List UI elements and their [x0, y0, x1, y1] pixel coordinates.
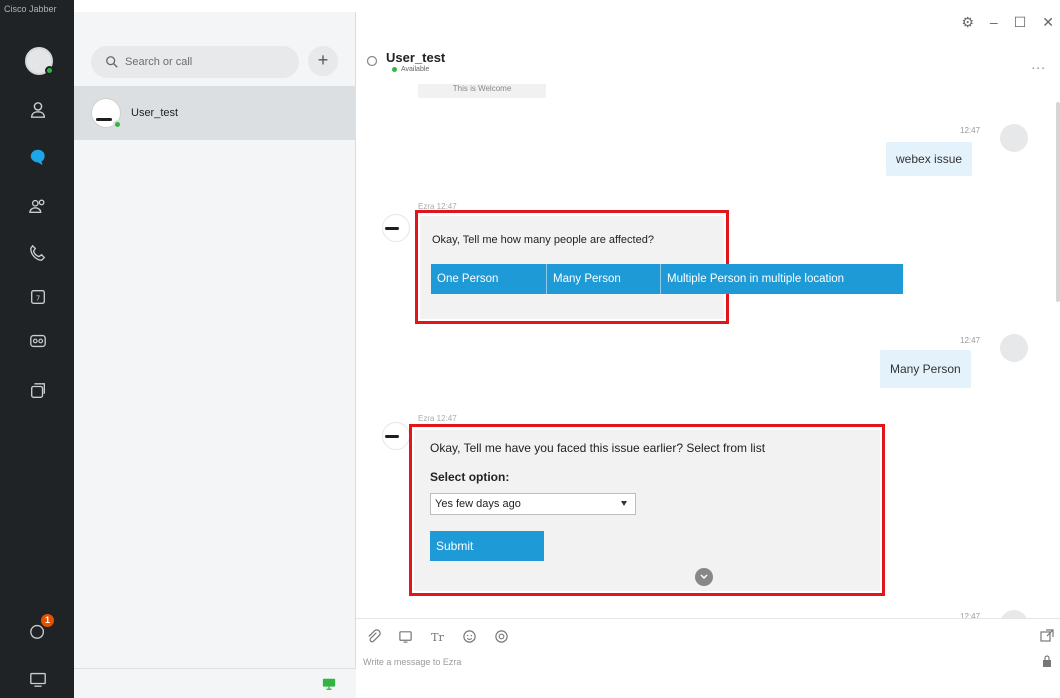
mention-icon[interactable]: [492, 627, 510, 645]
contact-name: User_test: [131, 107, 179, 119]
contacts-icon[interactable]: [27, 99, 49, 121]
add-button[interactable]: +: [308, 46, 338, 76]
bot-avatar: [382, 214, 410, 242]
chat-title: User_test: [386, 50, 446, 65]
presence-dot: [45, 66, 54, 75]
lock-icon: [1043, 655, 1051, 667]
sent-message: webex issue: [886, 142, 973, 176]
bot-question: Okay, Tell me have you faced this issue …: [430, 441, 766, 455]
option-select[interactable]: Yes few days ago: [430, 493, 636, 515]
message-list: This is Welcome 12:47 webex issue Ezra 1…: [356, 84, 1056, 622]
scrollbar[interactable]: [1056, 102, 1060, 302]
calls-icon[interactable]: [27, 242, 49, 264]
my-avatar[interactable]: [25, 47, 54, 75]
dropdown-arrow-icon: [621, 501, 627, 506]
app-title: Cisco Jabber: [4, 4, 57, 14]
chats-icon[interactable]: [27, 146, 49, 168]
text-format-icon[interactable]: Tr: [428, 627, 446, 645]
contacts-panel: + User_test: [74, 12, 356, 698]
svg-text:7: 7: [36, 294, 41, 303]
message-time: 12:47: [960, 126, 981, 135]
sender-avatar: [1000, 124, 1028, 152]
more-options-button[interactable]: ...: [1031, 56, 1046, 72]
option-many-person[interactable]: Many Person: [547, 264, 661, 294]
notification-badge: 1: [41, 614, 54, 627]
search-box[interactable]: [91, 46, 299, 78]
meetings-icon[interactable]: [27, 195, 49, 217]
screen-share-icon[interactable]: [27, 668, 49, 690]
scroll-down-icon[interactable]: [695, 568, 713, 586]
cut-off-message: This is Welcome: [418, 84, 546, 98]
contacts-footer: [74, 668, 356, 698]
option-multiple-person[interactable]: Multiple Person in multiple location: [661, 264, 903, 294]
cut-off-message-text: This is Welcome: [452, 84, 512, 93]
search-input[interactable]: [125, 56, 285, 68]
compose-area: Tr: [356, 618, 1060, 698]
calendar-icon[interactable]: 7: [27, 286, 49, 308]
message-time: 12:47: [960, 336, 981, 345]
chat-panel: ⚙ – ☐ ✕ User_test Available ... This is …: [356, 12, 1060, 698]
presence-dot: [392, 67, 397, 72]
search-icon: [106, 56, 118, 68]
nav-rail: Cisco Jabber 7 1: [0, 0, 74, 698]
voicemail-icon[interactable]: [27, 330, 49, 352]
sender-avatar: [1000, 334, 1028, 362]
notifications-icon[interactable]: 1: [27, 614, 54, 642]
select-label: Select option:: [430, 470, 510, 484]
option-one-person[interactable]: One Person: [431, 264, 547, 294]
monitor-icon[interactable]: [322, 677, 336, 691]
status-text: Available: [401, 66, 430, 73]
message-input[interactable]: [363, 657, 1003, 667]
chat-header: User_test Available ...: [356, 12, 1060, 84]
bot-avatar: [382, 422, 410, 450]
submit-button[interactable]: Submit: [430, 531, 544, 561]
attach-icon[interactable]: [364, 627, 382, 645]
contact-avatar: [91, 98, 122, 129]
bot-question: Okay, Tell me how many people are affect…: [432, 234, 654, 246]
option-buttons: One Person Many Person Multiple Person i…: [431, 264, 903, 294]
screen-capture-icon[interactable]: [396, 627, 414, 645]
presence-dot: [113, 120, 122, 129]
bot-meta: Ezra 12:47: [418, 414, 457, 423]
jabber-window: Cisco Jabber 7 1 Search or call + User_t…: [0, 0, 1060, 698]
status-ring-icon: [366, 55, 378, 67]
svg-text:Tr: Tr: [430, 631, 444, 644]
contact-row-user-test[interactable]: User_test: [74, 86, 356, 140]
chat-status: Available: [392, 66, 429, 73]
sent-message: Many Person: [880, 350, 971, 388]
emoji-icon[interactable]: [460, 627, 478, 645]
popout-icon[interactable]: [1040, 629, 1054, 643]
selected-option: Yes few days ago: [435, 498, 521, 510]
custom-tab-icon[interactable]: [27, 380, 49, 402]
